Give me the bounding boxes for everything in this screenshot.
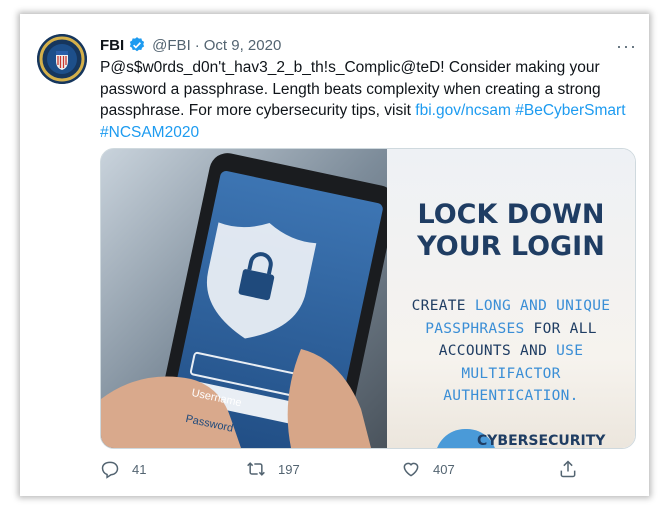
- sub-part1: CREATE: [411, 298, 475, 314]
- sub-part8: AUTHENTICATION.: [443, 388, 579, 404]
- phone-photo: Username Password: [101, 149, 396, 448]
- sub-part7: MULTIFACTOR: [461, 365, 561, 382]
- brand-text: CYBERSECURITY: [477, 433, 606, 449]
- like-count: 407: [433, 461, 455, 477]
- header-separator: ·: [194, 36, 200, 54]
- retweet-button[interactable]: 197: [246, 459, 300, 479]
- hashtag-ncsam2020[interactable]: #NCSAM2020: [100, 124, 199, 141]
- promo-headline: LOCK DOWN YOUR LOGIN: [387, 199, 635, 263]
- like-button[interactable]: 407: [401, 459, 455, 479]
- promo-subtext: CREATE LONG AND UNIQUE PASSPHRASES FOR A…: [387, 295, 635, 408]
- retweet-icon: [247, 462, 265, 476]
- sub-part4: FOR ALL: [524, 320, 597, 337]
- tweet-card[interactable]: FBI @FBI · Oct 9, 2020 ··· P@s$w0rds_d0n…: [20, 14, 649, 496]
- tweet-text: P@s$w0rds_d0n't_hav3_2_b_th!s_Complic@te…: [100, 57, 645, 143]
- headline-line2: YOUR LOGIN: [417, 231, 605, 262]
- tweet-media-image[interactable]: Username Password LOCK DOWN YOUR LOGIN C…: [100, 148, 636, 449]
- share-icon: [560, 460, 576, 478]
- sub-part2: LONG AND UNIQUE: [474, 298, 611, 314]
- sub-part6: USE: [556, 343, 584, 359]
- retweet-count: 197: [278, 461, 300, 477]
- more-options-icon[interactable]: ···: [616, 36, 637, 57]
- reply-count: 41: [132, 461, 147, 477]
- ncsam-link[interactable]: fbi.gov/ncsam: [415, 102, 511, 119]
- cybersecurity-brand-mark: CYBERSECURITY: [435, 429, 605, 448]
- fbi-seal-avatar[interactable]: [37, 34, 87, 84]
- tweet-date[interactable]: Oct 9, 2020: [204, 37, 282, 54]
- headline-line1: LOCK DOWN: [417, 199, 605, 230]
- tweet-header: FBI @FBI · Oct 9, 2020: [100, 34, 281, 56]
- tweet-actions: 41 197 407: [100, 459, 620, 483]
- verified-badge-icon: [130, 37, 145, 52]
- author-handle[interactable]: @FBI: [152, 37, 191, 54]
- author-name[interactable]: FBI: [100, 37, 124, 54]
- promo-panel: LOCK DOWN YOUR LOGIN CREATE LONG AND UNI…: [387, 149, 635, 448]
- heart-icon: [403, 462, 419, 477]
- sub-part3: PASSPHRASES: [425, 320, 525, 337]
- reply-icon: [101, 461, 119, 479]
- sub-part5: ACCOUNTS AND: [438, 343, 557, 359]
- share-button[interactable]: [558, 459, 590, 479]
- reply-button[interactable]: 41: [100, 459, 146, 479]
- hashtag-becybersmart[interactable]: #BeCyberSmart: [515, 102, 625, 119]
